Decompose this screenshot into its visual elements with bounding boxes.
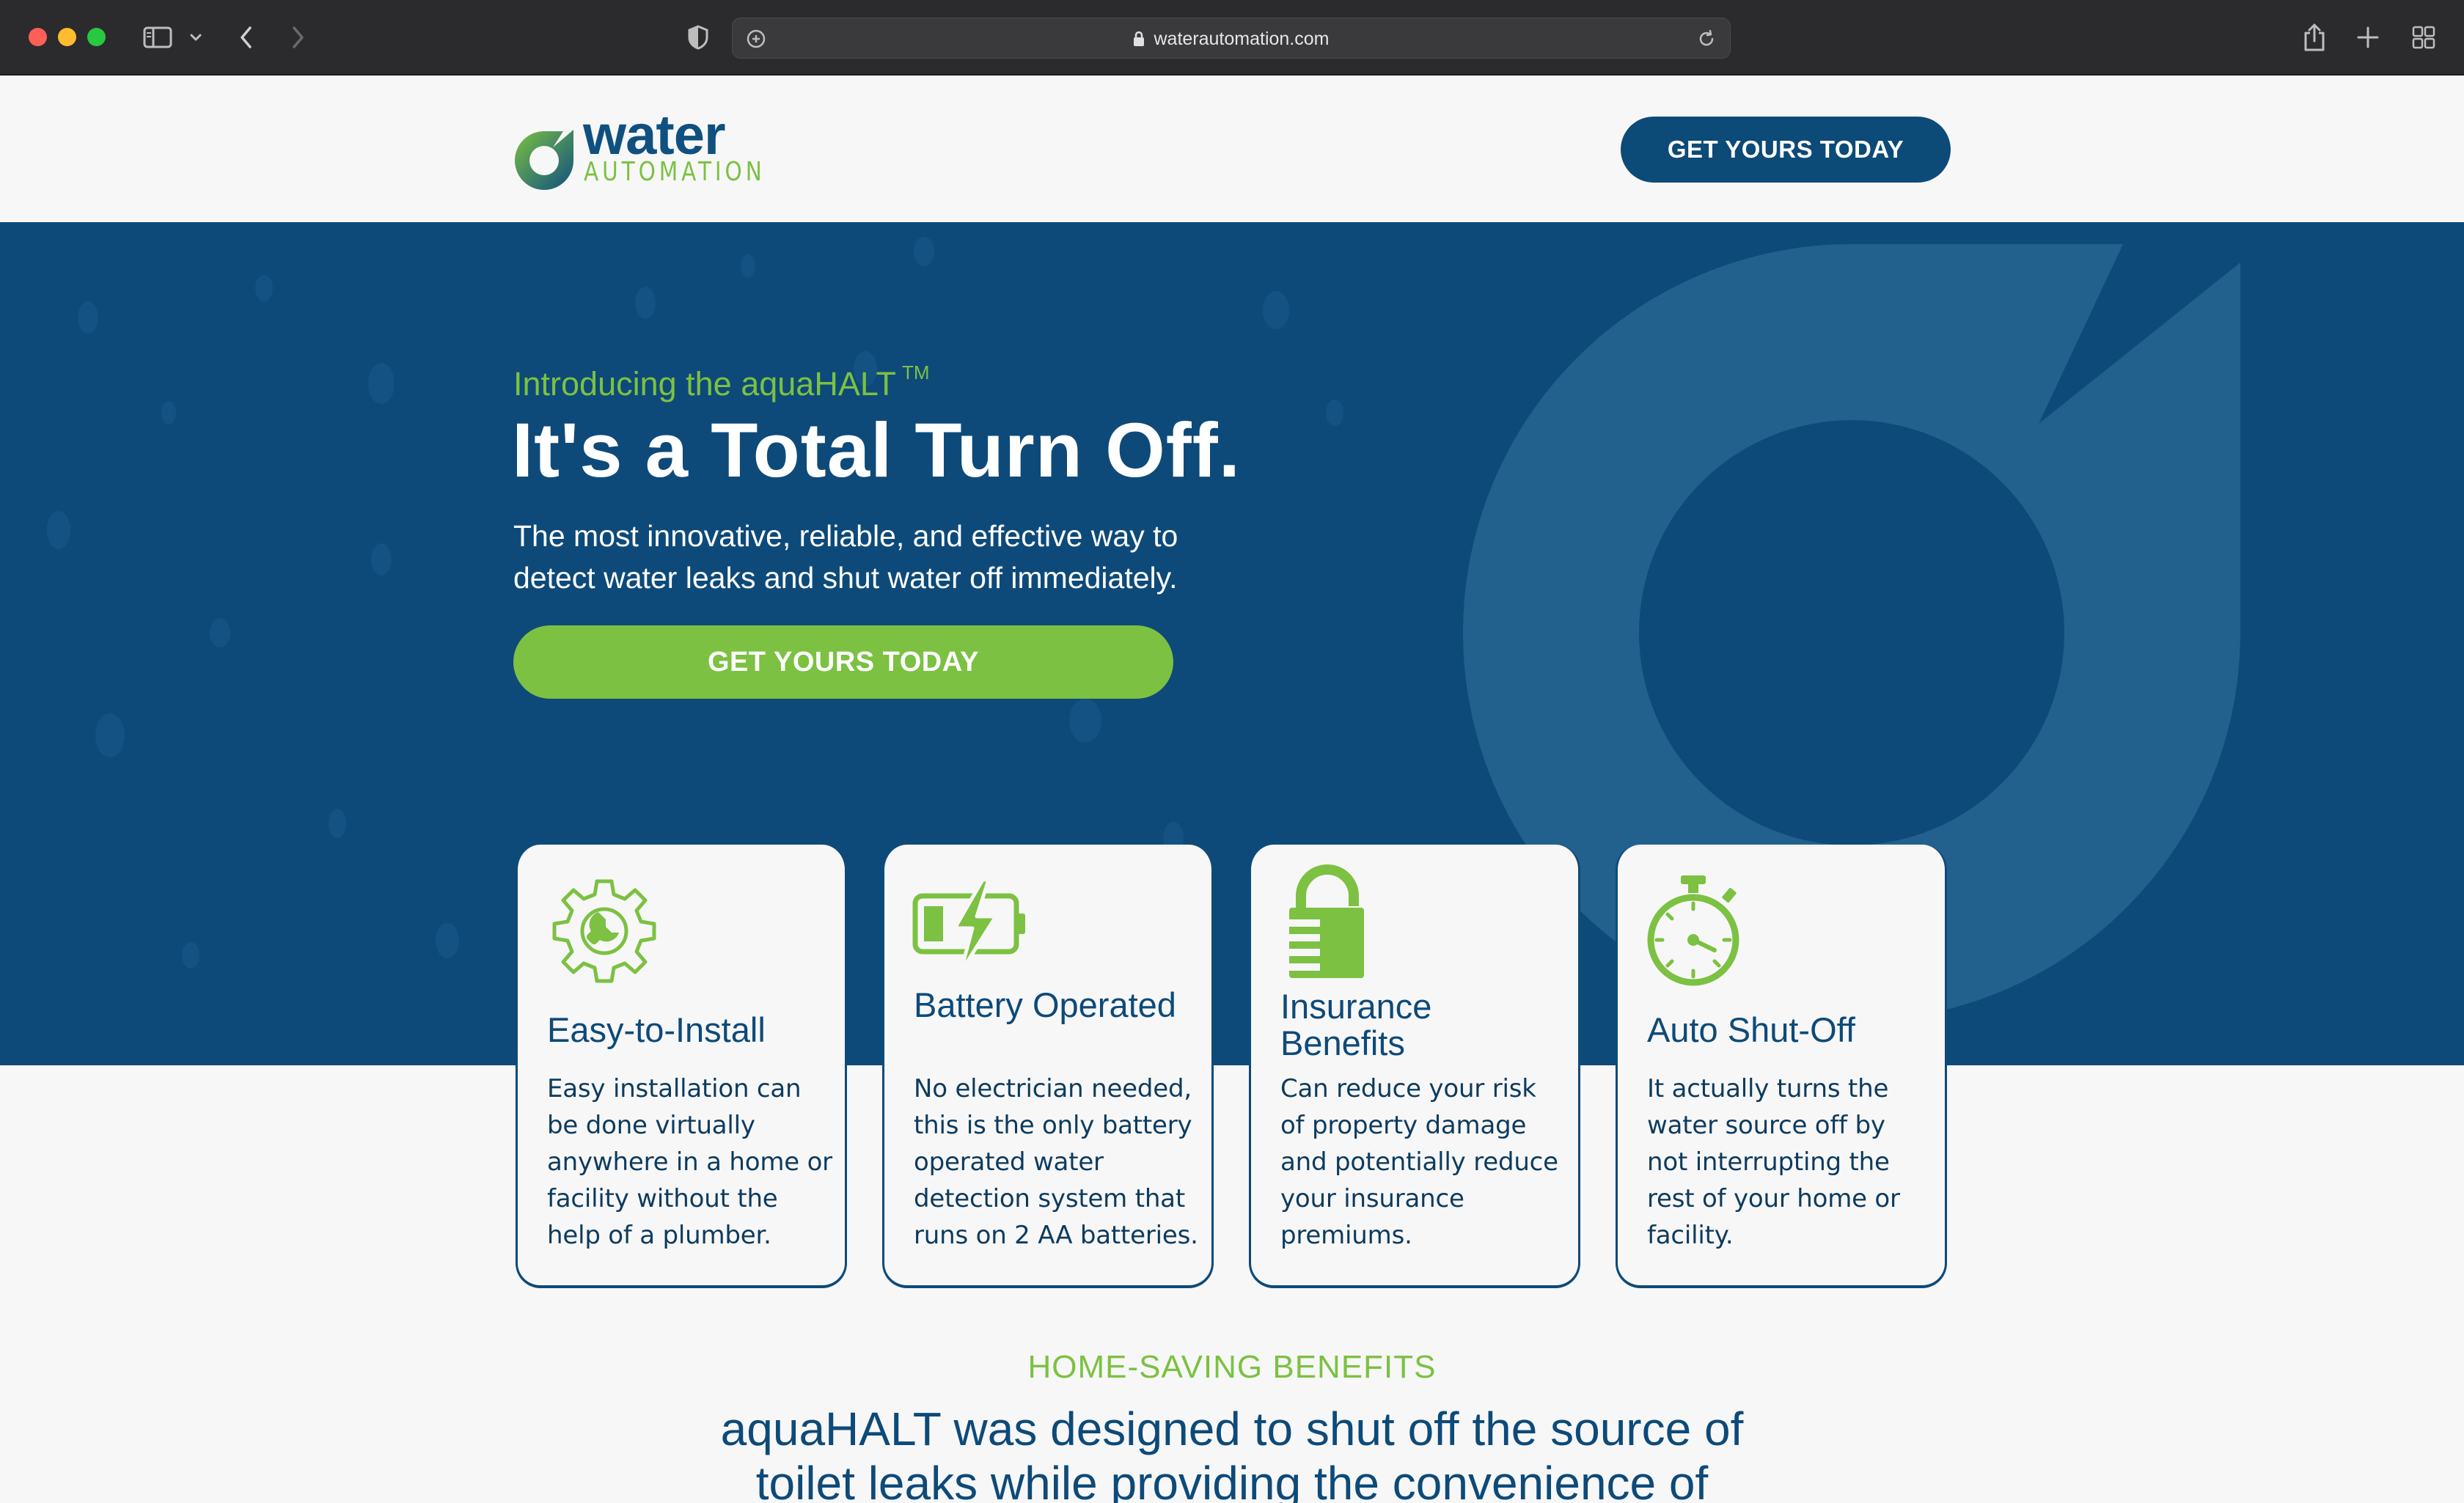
feature-card-battery: Battery Operated No electrician needed, … [882, 845, 1214, 1288]
header-get-yours-button[interactable]: GET YOURS TODAY [1621, 117, 1951, 183]
feature-description: Can reduce your risk of property damage … [1280, 1074, 1558, 1250]
feature-description: No electrician needed, this is the only … [914, 1074, 1198, 1250]
hero-subtitle: The most innovative, reliable, and effec… [513, 515, 1320, 599]
gear-wrench-icon [552, 879, 656, 983]
address-bar[interactable]: waterautomation.com [732, 18, 1731, 59]
trademark-mark: TM [902, 361, 930, 383]
logo-wordmark: water [583, 104, 726, 166]
feature-title: Auto Shut-Off [1647, 1010, 1855, 1049]
reload-icon[interactable] [1693, 26, 1720, 52]
browser-toolbar: waterautomation.com [0, 0, 2464, 76]
hero-subtitle-line: The most innovative, reliable, and effec… [513, 519, 1178, 553]
url-text: waterautomation.com [1154, 28, 1330, 49]
zoom-window-button[interactable] [87, 28, 106, 46]
benefits-heading-line: aquaHALT was designed to shut off the so… [720, 1403, 1744, 1455]
share-icon[interactable] [2298, 21, 2331, 54]
feature-description: It actually turns the water source off b… [1647, 1074, 1900, 1250]
drop-logo-icon [515, 130, 573, 190]
chevron-right-icon[interactable] [285, 21, 311, 54]
hero-eyebrow-text: Introducing the aquaHALT [513, 365, 897, 403]
water-automation-logo[interactable]: water AUTOMATION [512, 108, 769, 193]
grid-icon[interactable] [2408, 21, 2440, 54]
minimize-window-button[interactable] [58, 28, 76, 46]
hero-title: It's a Total Turn Off. [512, 408, 1241, 493]
site-header: water AUTOMATION GET YOURS TODAY [0, 76, 2464, 222]
battery-bolt-icon [912, 878, 1025, 974]
feature-title-line: Insurance [1280, 987, 1432, 1026]
padlock-icon [1289, 864, 1364, 978]
hero-get-yours-button[interactable]: GET YOURS TODAY [513, 625, 1173, 699]
close-window-button[interactable] [29, 28, 47, 46]
benefits-heading: aquaHALT was designed to shut off the so… [609, 1402, 1855, 1503]
benefits-eyebrow: HOME-SAVING BENEFITS [1027, 1349, 1437, 1385]
chevron-left-icon[interactable] [233, 21, 260, 54]
feature-card-easy-install: Easy-to-Install Easy installation can be… [516, 845, 847, 1288]
hero-section: Introducing the aquaHALT TM It's a Total … [0, 222, 2464, 1065]
benefits-heading-line: toilet leaks while providing the conveni… [755, 1457, 1709, 1503]
hero-subtitle-line: detect water leaks and shut water off im… [513, 561, 1178, 595]
feature-title: Battery Operated [914, 985, 1176, 1024]
logo-subtitle: AUTOMATION [584, 157, 766, 187]
plus-icon[interactable] [2352, 21, 2384, 54]
shield-icon[interactable] [683, 21, 713, 54]
url-display: waterautomation.com [733, 18, 1730, 59]
stopwatch-icon [1647, 875, 1739, 986]
lock-icon [1134, 31, 1145, 46]
feature-card-insurance: Insurance Benefits Can reduce your risk … [1249, 845, 1580, 1288]
hero-eyebrow: Introducing the aquaHALT TM [513, 361, 930, 403]
feature-title: Easy-to-Install [547, 1010, 766, 1049]
feature-card-auto-shutoff: Auto Shut-Off It actually turns the wate… [1616, 845, 1947, 1288]
feature-description: Easy installation can be done virtually … [547, 1074, 832, 1250]
chevron-down-icon[interactable] [185, 21, 207, 54]
feature-title-line: Benefits [1280, 1024, 1405, 1062]
hero-background-drop-graphic [47, 237, 2240, 1021]
feature-title: Insurance Benefits [1280, 988, 1431, 1062]
sidebar-icon[interactable] [142, 21, 174, 54]
